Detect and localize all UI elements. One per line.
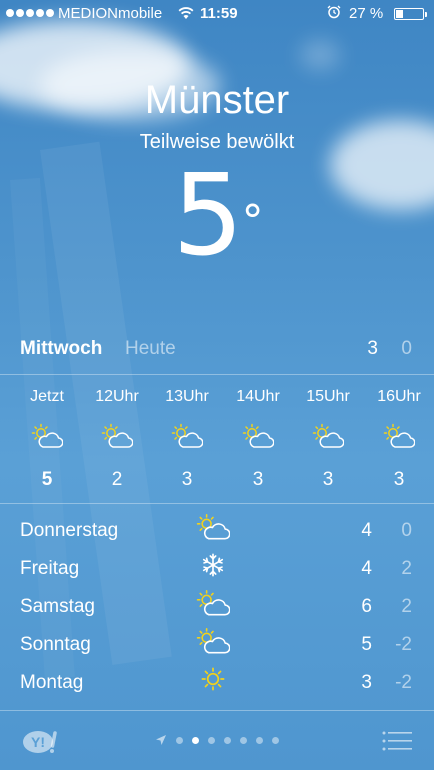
today-summary: Mittwoch Heute 3 0 xyxy=(0,338,434,364)
hour-temp: 3 xyxy=(252,469,264,490)
today-label: Heute xyxy=(125,338,176,359)
day-low: 2 xyxy=(401,558,412,579)
page-dot[interactable] xyxy=(256,736,263,744)
sun-cloud-icon xyxy=(196,627,230,654)
day-high: 5 xyxy=(361,634,372,655)
snowflake-icon xyxy=(202,553,224,577)
sun-cloud-icon xyxy=(196,513,230,540)
daily-row: Freitag 4 2 xyxy=(0,550,434,588)
current-temperature: 5° xyxy=(0,160,434,272)
hour-label: 13Uhr xyxy=(165,388,209,405)
sun-cloud-icon xyxy=(312,423,344,448)
background-cloud xyxy=(300,40,340,70)
page-indicator[interactable] xyxy=(155,733,279,747)
day-high: 4 xyxy=(361,558,372,579)
hourly-forecast[interactable]: Jetzt 5 12Uhr 2 13Uhr 3 14Uhr 3 15Uhr 3 … xyxy=(0,375,434,503)
sun-cloud-icon xyxy=(383,423,415,448)
day-high: 6 xyxy=(361,596,372,617)
today-day: Mittwoch xyxy=(20,338,103,359)
alarm-icon xyxy=(327,5,341,19)
divider xyxy=(0,710,434,711)
hour-temp: 3 xyxy=(393,469,405,490)
day-name: Samstag xyxy=(20,596,95,617)
day-name: Montag xyxy=(20,672,84,693)
page-dot[interactable] xyxy=(208,736,215,744)
hour-label: Jetzt xyxy=(30,388,64,405)
carrier-name: MEDIONmobile xyxy=(58,5,163,22)
status-bar: MEDIONmobile 11:59 27 % xyxy=(0,0,434,28)
sun-cloud-icon xyxy=(242,423,274,448)
battery-icon xyxy=(394,8,427,20)
hour-temp: 3 xyxy=(322,469,334,490)
weather-screen: MEDIONmobile 11:59 27 % Münster Teilweis… xyxy=(0,0,434,770)
day-name: Freitag xyxy=(20,558,80,579)
day-name: Sonntag xyxy=(20,634,91,655)
battery-percent: 27 % xyxy=(349,5,384,22)
sun-icon xyxy=(201,667,225,691)
signal-dots-icon xyxy=(6,9,54,17)
list-icon[interactable] xyxy=(382,730,412,752)
today-high: 3 xyxy=(367,338,378,359)
yahoo-logo-text: Y! xyxy=(31,734,45,750)
sun-cloud-icon xyxy=(196,589,230,616)
today-low: 0 xyxy=(401,338,412,359)
day-low: 2 xyxy=(401,596,412,617)
sun-cloud-icon xyxy=(171,423,203,448)
day-high: 3 xyxy=(361,672,372,693)
page-dot[interactable] xyxy=(176,736,183,744)
page-dot[interactable] xyxy=(240,736,247,744)
hour-label: 15Uhr xyxy=(306,388,350,405)
wifi-icon xyxy=(178,7,194,19)
page-dot[interactable] xyxy=(272,736,279,744)
hour-label: 16Uhr xyxy=(377,388,421,405)
degree-symbol: ° xyxy=(241,196,264,247)
yahoo-logo-icon[interactable]: Y! xyxy=(22,729,60,755)
day-high: 4 xyxy=(361,520,372,541)
temperature-value: 5 xyxy=(172,151,243,281)
daily-row: Donnerstag 4 0 xyxy=(0,512,434,550)
day-low: 0 xyxy=(401,520,412,541)
daily-row: Sonntag 5 -2 xyxy=(0,626,434,664)
day-low: -2 xyxy=(395,672,412,693)
divider xyxy=(0,503,434,504)
hour-label: 14Uhr xyxy=(236,388,280,405)
day-name: Donnerstag xyxy=(20,520,119,541)
hour-temp: 5 xyxy=(41,469,53,490)
page-dot-active[interactable] xyxy=(192,736,199,744)
daily-row: Montag 3 -2 xyxy=(0,664,434,702)
hour-label: 12Uhr xyxy=(95,388,139,405)
page-dot[interactable] xyxy=(224,736,231,744)
hour-temp: 2 xyxy=(111,469,123,490)
city-name: Münster xyxy=(144,78,290,122)
clock: 11:59 xyxy=(200,5,238,22)
day-low: -2 xyxy=(395,634,412,655)
sun-cloud-icon xyxy=(101,423,133,448)
hour-temp: 3 xyxy=(181,469,193,490)
location-arrow-icon xyxy=(156,735,166,745)
daily-row: Samstag 6 2 xyxy=(0,588,434,626)
sun-cloud-icon xyxy=(31,423,63,448)
